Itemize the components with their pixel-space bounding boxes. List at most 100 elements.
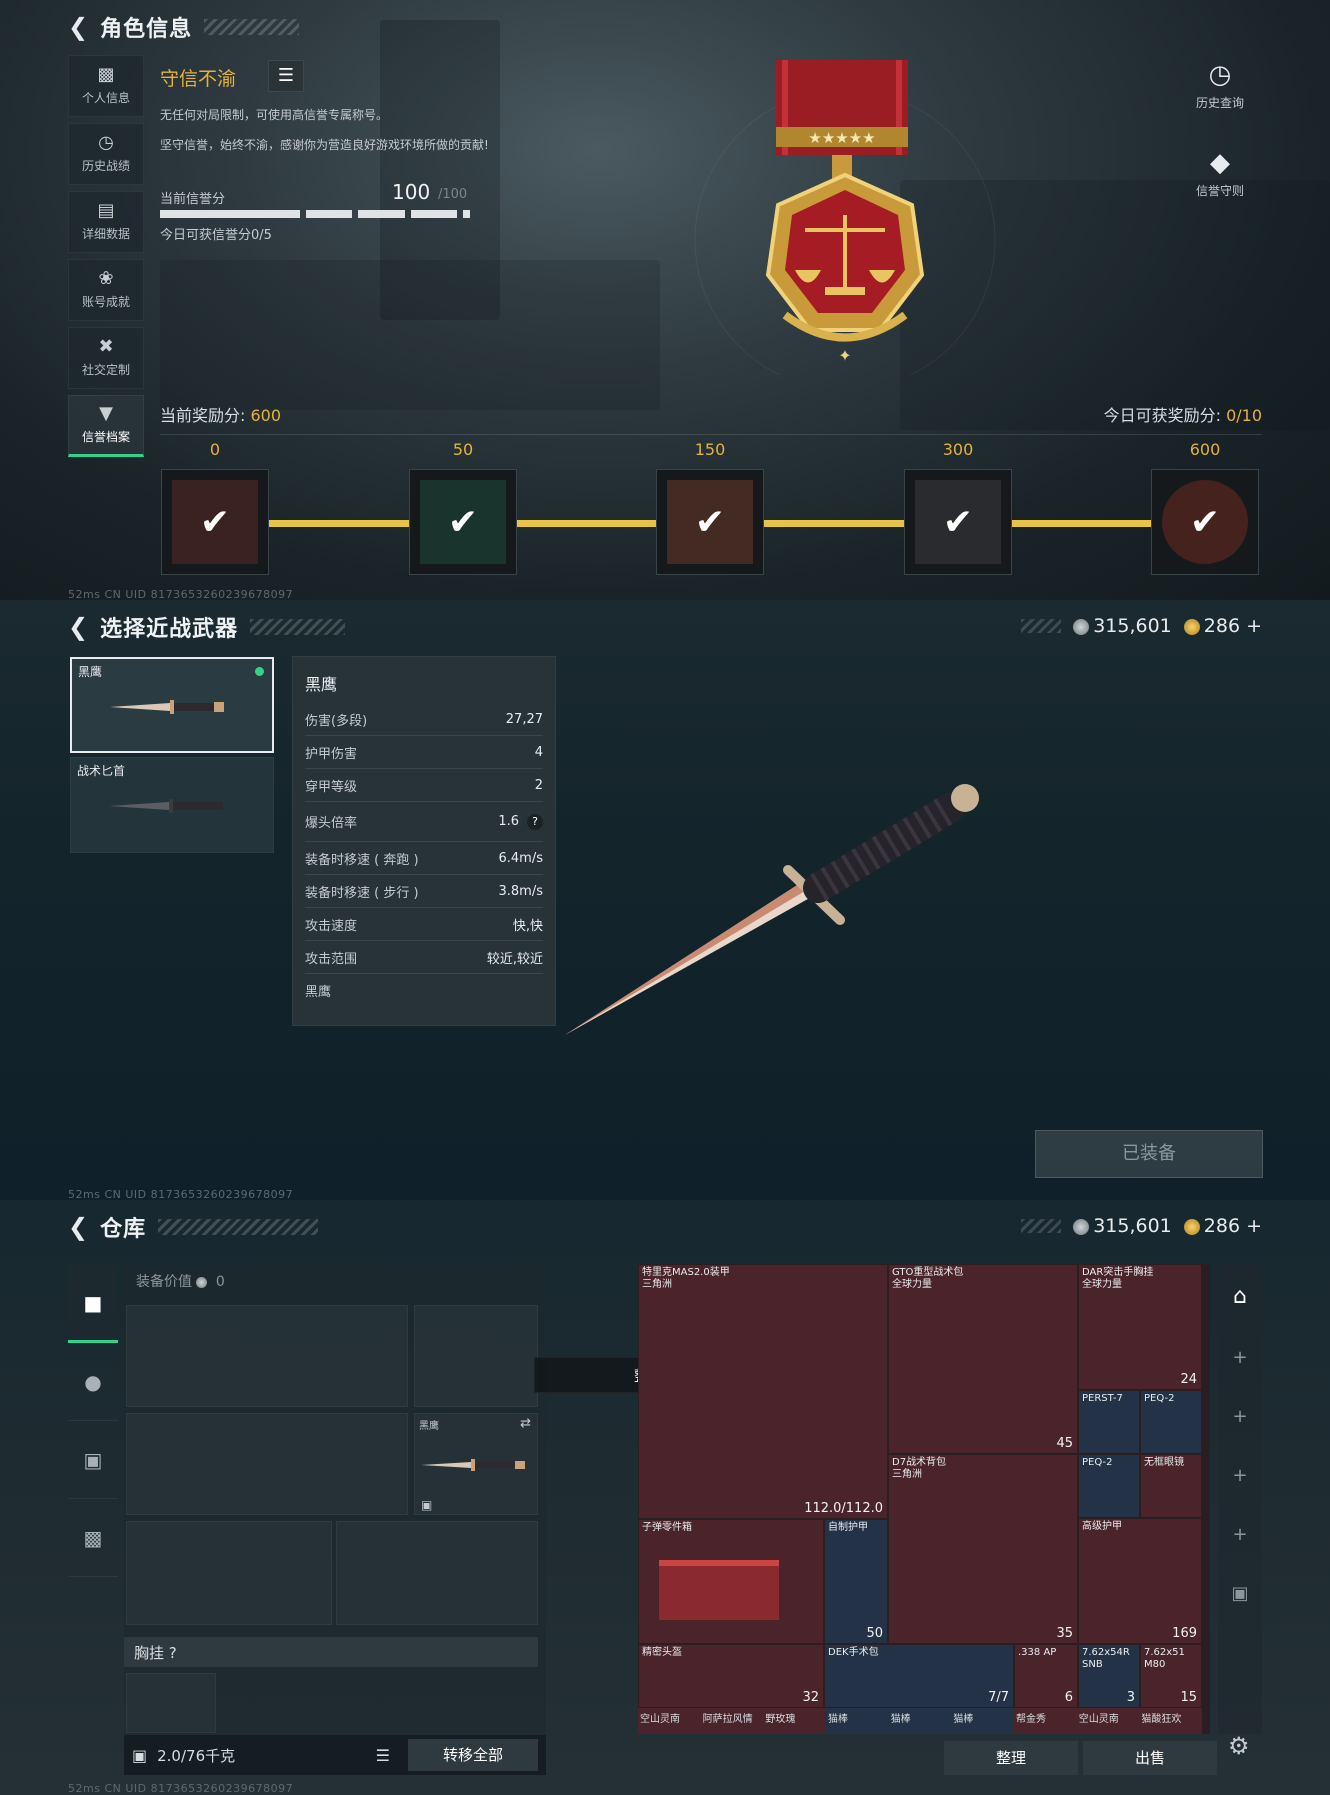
reward-tier[interactable]: 150 ✔: [655, 440, 765, 575]
transfer-all-button[interactable]: 转移全部: [408, 1739, 538, 1771]
swap-icon[interactable]: ⇄: [520, 1416, 531, 1431]
tier-reward-box[interactable]: ✔: [161, 469, 269, 575]
item-tile[interactable]: 7.62x54R SNB 3: [1078, 1644, 1140, 1708]
stat-row: 爆头倍率 1.6?: [305, 802, 543, 842]
gold-balance[interactable]: 286 +: [1183, 1215, 1262, 1237]
item-tile[interactable]: DAR突击手胸挂 全球力量 24: [1078, 1264, 1202, 1390]
back-arrow-icon[interactable]: ❮: [68, 1215, 88, 1239]
add-icon[interactable]: +: [1246, 615, 1262, 637]
item-tile[interactable]: 子弹零件箱: [638, 1519, 824, 1644]
home-icon[interactable]: ⌂: [1233, 1284, 1247, 1309]
reward-tier[interactable]: 600 ✔: [1150, 440, 1260, 575]
item-tile[interactable]: DEK手术包 7/7: [824, 1644, 1014, 1708]
back-arrow-icon[interactable]: ❮: [68, 15, 88, 39]
item-name[interactable]: 帮金秀: [1014, 1708, 1077, 1734]
item-name[interactable]: 阿萨拉风情: [700, 1708, 764, 1734]
back-arrow-icon[interactable]: ❮: [68, 615, 88, 639]
armor-slot[interactable]: [336, 1521, 538, 1625]
help-icon[interactable]: ?: [527, 813, 543, 830]
item-tile[interactable]: 自制护甲 50: [824, 1519, 888, 1644]
add-icon[interactable]: +: [1246, 1215, 1262, 1237]
add-page-icon[interactable]: +: [1232, 1465, 1247, 1486]
item-name[interactable]: 猫棒: [888, 1708, 952, 1734]
header-stripe: [1021, 619, 1062, 633]
help-icon[interactable]: ?: [169, 1644, 177, 1662]
weapon-card-selected[interactable]: 黑鹰: [70, 657, 274, 753]
gold-balance[interactable]: 286 +: [1183, 615, 1262, 637]
item-name[interactable]: 空山灵南: [1076, 1708, 1140, 1734]
item-tile[interactable]: PERST-7: [1078, 1390, 1140, 1454]
warehouse-side-nav: ■ ● ▣ ▩: [68, 1265, 118, 1577]
lock-icon[interactable]: ▣: [1231, 1583, 1248, 1604]
history-icon: ◷: [98, 132, 114, 153]
item-name[interactable]: 猫酸狂欢: [1139, 1708, 1203, 1734]
reward-tier[interactable]: 50 ✔: [408, 440, 518, 575]
item-tile[interactable]: 7.62x51 M80 15: [1140, 1644, 1202, 1708]
add-page-icon[interactable]: +: [1232, 1347, 1247, 1368]
nav-storage-tab[interactable]: ▣: [68, 1421, 118, 1499]
tier-reward-box[interactable]: ✔: [656, 469, 764, 575]
add-page-icon[interactable]: +: [1232, 1524, 1247, 1545]
chest-rig-section: 胸挂 ?: [124, 1637, 538, 1667]
list-icon[interactable]: ☰: [376, 1746, 390, 1765]
stat-label: 攻击速度: [305, 918, 358, 934]
item-tile[interactable]: GTO重型战术包 全球力量 45: [888, 1264, 1078, 1454]
secondary-weapon-slot[interactable]: [126, 1413, 408, 1515]
helmet-slot[interactable]: [126, 1521, 332, 1625]
sidebar-item-reputation[interactable]: ▼ 信誉档案: [68, 395, 144, 457]
item-tile[interactable]: 高级护甲 169: [1078, 1518, 1202, 1644]
gold-coin-icon: [1183, 1218, 1200, 1235]
sidebar-item-social[interactable]: ✖ 社交定制: [68, 327, 144, 389]
primary-weapon-slot[interactable]: [126, 1305, 408, 1407]
item-tile[interactable]: 特里克MAS2.0装甲 三角洲 112.0/112.0: [638, 1264, 888, 1519]
stat-value-wrap: 1.6?: [498, 813, 543, 830]
page-title: 角色信息: [100, 17, 193, 42]
lock-icon[interactable]: ▣: [132, 1746, 147, 1765]
status-footer: 52ms CN UID 8173653260239678097: [68, 1782, 294, 1795]
weapon-card[interactable]: 战术匕首: [70, 757, 274, 853]
list-icon: ☰: [277, 65, 295, 86]
item-tile[interactable]: PEQ-2: [1078, 1454, 1140, 1518]
tier-reward-box[interactable]: ✔: [409, 469, 517, 575]
item-tile[interactable]: 无框眼镜: [1140, 1454, 1202, 1518]
chest-rig-slot[interactable]: [126, 1673, 216, 1733]
add-page-icon[interactable]: +: [1232, 1406, 1247, 1427]
pistol-slot[interactable]: [414, 1305, 538, 1407]
nav-case-tab[interactable]: ▩: [68, 1499, 118, 1577]
item-name[interactable]: 野玫瑰: [763, 1708, 827, 1734]
nav-character-tab[interactable]: ●: [68, 1343, 118, 1421]
list-button[interactable]: ☰: [268, 60, 304, 92]
item-tile[interactable]: 精密头盔 32: [638, 1644, 824, 1708]
item-sub: 三角洲: [892, 1469, 922, 1480]
reward-tier[interactable]: 300 ✔: [903, 440, 1013, 575]
sell-button[interactable]: 出售: [1083, 1741, 1217, 1775]
reputation-rules-button[interactable]: ◆ 信誉守则: [1165, 148, 1275, 199]
sort-button[interactable]: 整理: [944, 1741, 1078, 1775]
bottom-item-row: 空山灵南 阿萨拉风情 野玫瑰 猫棒 猫棒 猫棒 帮金秀 空山灵南 猫酸狂欢: [638, 1708, 1203, 1734]
history-query-button[interactable]: ◷ 历史查询: [1165, 60, 1275, 111]
bar-chart-icon: ▩: [97, 64, 115, 85]
item-name[interactable]: 空山灵南: [638, 1708, 701, 1734]
sidebar-item-history[interactable]: ◷ 历史战绩: [68, 123, 144, 185]
item-name[interactable]: 猫棒: [826, 1708, 889, 1734]
achievement-icon: ❀: [98, 268, 114, 289]
item-tile[interactable]: PEQ-2: [1140, 1390, 1202, 1454]
sidebar-item-personal-info[interactable]: ▩ 个人信息: [68, 55, 144, 117]
reward-tier[interactable]: 0 ✔: [160, 440, 270, 575]
sidebar-item-details[interactable]: ▤ 详细数据: [68, 191, 144, 253]
nav-gun-tab[interactable]: ■: [68, 1265, 118, 1343]
tier-reward-box[interactable]: ✔: [904, 469, 1012, 575]
silver-coin-icon: [1073, 618, 1090, 635]
stat-value: 快,快: [512, 918, 543, 934]
item-tile[interactable]: .338 AP 6: [1014, 1644, 1078, 1708]
item-name: 7.62x51 M80: [1144, 1647, 1185, 1670]
gear-icon[interactable]: ⚙: [1228, 1732, 1250, 1760]
sidebar-item-achievements[interactable]: ❀ 账号成就: [68, 259, 144, 321]
tier-reward-box[interactable]: ✔: [1151, 469, 1259, 575]
sidebar-item-label: 详细数据: [81, 227, 130, 241]
item-name[interactable]: 猫棒: [951, 1708, 1015, 1734]
item-tile[interactable]: D7战术背包 三角洲 35: [888, 1454, 1078, 1644]
equipped-button[interactable]: 已装备: [1035, 1130, 1263, 1178]
stat-row: 装备时移速 ( 奔跑 ) 6.4m/s: [305, 842, 543, 875]
melee-slot[interactable]: 黑鹰 ⇄ ▣: [414, 1413, 538, 1515]
